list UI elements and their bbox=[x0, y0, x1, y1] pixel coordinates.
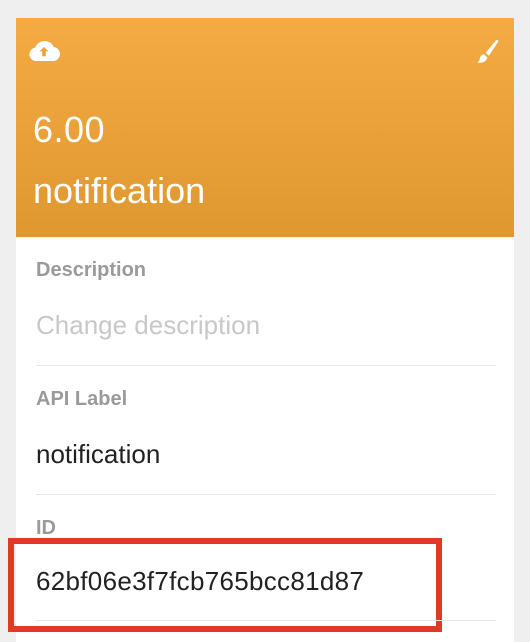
item-name: notification bbox=[33, 170, 206, 211]
item-value: 6.00 bbox=[33, 109, 106, 150]
description-input[interactable]: Change description bbox=[36, 310, 260, 341]
description-field: Description Change description bbox=[36, 237, 496, 366]
id-value: 62bf06e3f7fcb765bcc81d87 bbox=[36, 566, 365, 596]
api-label-value: notification bbox=[36, 439, 161, 469]
stage: 6.00 notification Description Change des… bbox=[0, 0, 530, 642]
item-card: 6.00 notification Description Change des… bbox=[16, 18, 514, 642]
id-label: ID bbox=[36, 517, 56, 539]
id-field: ID bbox=[36, 495, 496, 623]
cloud-upload-icon[interactable] bbox=[24, 34, 64, 68]
description-label: Description bbox=[36, 259, 147, 281]
bottom-divider bbox=[36, 620, 496, 621]
card-header: 6.00 notification bbox=[16, 18, 514, 237]
paint-brush-icon[interactable] bbox=[466, 34, 506, 68]
api-label-label: API Label bbox=[36, 388, 128, 410]
api-label-field: API Label notification bbox=[36, 366, 496, 495]
